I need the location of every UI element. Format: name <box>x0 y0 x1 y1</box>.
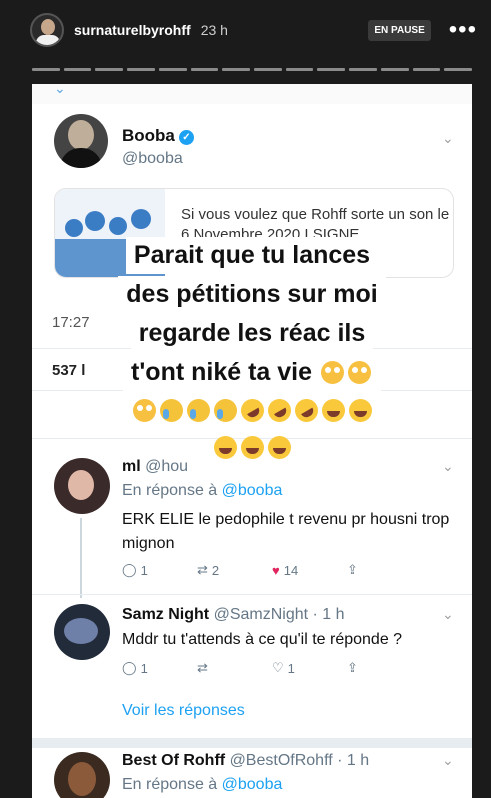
progress-segment <box>380 68 409 71</box>
reply-button[interactable]: ◯ 1 <box>122 562 197 578</box>
emoji-row <box>32 392 472 429</box>
heart-icon: ♥ <box>272 562 280 578</box>
more-dots-icon[interactable]: ••• <box>449 18 477 42</box>
crying-emoji-icon <box>159 399 183 422</box>
laughing-tears-emoji-icon <box>240 436 264 459</box>
overlay-line-4: t'ont niké ta vie <box>123 354 381 391</box>
reply-avatar-ml[interactable] <box>54 458 110 514</box>
share-icon: ⇪ <box>347 562 358 577</box>
progress-segment <box>254 68 282 71</box>
reply-actions: ◯ 1 ⇄ ♡ 1 ⇪ <box>122 660 422 676</box>
emoji-row <box>32 429 472 466</box>
progress-segment <box>285 68 314 71</box>
crying-emoji-icon <box>186 399 210 422</box>
chevron-icon: ⌄ <box>54 84 66 96</box>
in-reply-to: En réponse à @booba <box>122 776 283 793</box>
divider <box>32 594 472 595</box>
progress-segment <box>317 68 346 71</box>
progress-segment <box>349 68 377 71</box>
flushed-emoji-icon <box>132 399 156 422</box>
rofl-emoji-icon <box>263 394 295 427</box>
retweet-icon: ⇄ <box>197 660 208 675</box>
story-viewer: surnaturelbyrohff 23 h EN PAUSE ••• ⌄ Bo… <box>0 0 491 798</box>
laughing-tears-emoji-icon <box>267 436 291 459</box>
pause-badge[interactable]: EN PAUSE <box>368 19 431 41</box>
laughing-tears-emoji-icon <box>321 399 345 422</box>
tweet-author-name[interactable]: Booba ✓ <box>122 126 194 146</box>
flushed-emoji-icon <box>347 361 371 384</box>
progress-segment <box>412 68 441 71</box>
retweet-button[interactable]: ⇄ <box>197 660 272 676</box>
progress-segment <box>158 68 187 71</box>
reply-icon: ◯ <box>122 562 137 577</box>
avatar[interactable] <box>30 13 64 47</box>
story-text-overlay: Parait que tu lances des pétitions sur m… <box>32 236 472 466</box>
reply-actions: ◯ 1 ⇄ 2 ♥ 14 ⇪ <box>122 562 422 578</box>
chevron-down-icon[interactable]: ⌄ <box>442 606 454 623</box>
reply-button[interactable]: ◯ 1 <box>122 660 197 676</box>
reply-author[interactable]: Best Of Rohff @BestOfRohff · 1 h <box>122 752 369 770</box>
progress-segment <box>444 68 473 71</box>
reply-text: ERK ELIE le pedophile t revenu pr housni… <box>122 511 450 552</box>
reply-avatar-samz[interactable] <box>54 604 110 660</box>
progress-segment <box>63 68 92 71</box>
share-icon: ⇪ <box>347 660 358 675</box>
story-time: 23 h <box>200 22 228 38</box>
share-button[interactable]: ⇪ <box>347 562 422 578</box>
laughing-tears-emoji-icon <box>348 399 372 422</box>
progress-segment <box>95 68 124 71</box>
flushed-emoji-icon <box>320 361 344 384</box>
reply-avatar-bestofrohff[interactable] <box>54 752 110 798</box>
share-button[interactable]: ⇪ <box>347 660 422 676</box>
crying-emoji-icon <box>213 399 237 422</box>
reply-icon: ◯ <box>122 660 137 675</box>
rofl-emoji-icon <box>290 394 322 427</box>
retweet-button[interactable]: ⇄ 2 <box>197 562 272 578</box>
reply-author[interactable]: Samz Night @SamzNight · 1 h <box>122 606 345 624</box>
verified-icon: ✓ <box>178 130 194 145</box>
rofl-emoji-icon <box>236 394 268 427</box>
reply-text: Mddr tu t'attends à ce qu'il te réponde … <box>122 631 403 648</box>
progress-segment <box>127 68 155 71</box>
booba-avatar[interactable] <box>54 114 108 168</box>
section-divider <box>32 738 472 748</box>
like-button[interactable]: ♡ 1 <box>272 660 347 676</box>
progress-segment <box>190 68 219 71</box>
story-progress-bar <box>32 68 473 71</box>
see-replies-link[interactable]: Voir les réponses <box>122 702 245 720</box>
retweet-icon: ⇄ <box>197 562 208 577</box>
overlay-line: des pétitions sur moi <box>118 276 386 313</box>
progress-segment <box>32 68 60 71</box>
progress-segment <box>222 68 251 71</box>
tweet-author-handle[interactable]: @booba <box>122 150 183 168</box>
chevron-down-icon[interactable]: ⌄ <box>442 752 454 769</box>
like-button[interactable]: ♥ 14 <box>272 563 347 578</box>
story-header: surnaturelbyrohff 23 h EN PAUSE ••• <box>0 0 491 60</box>
in-reply-to: En réponse à @booba <box>122 482 283 499</box>
heart-outline-icon: ♡ <box>272 660 284 675</box>
chevron-down-icon[interactable]: ⌄ <box>442 130 454 147</box>
story-username[interactable]: surnaturelbyrohff <box>74 22 191 38</box>
thread-line <box>80 518 82 598</box>
overlay-line: regarde les réac ils <box>130 315 374 352</box>
tweet-top-strip: ⌄ <box>32 84 472 104</box>
laughing-tears-emoji-icon <box>213 436 237 459</box>
overlay-line: Parait que tu lances <box>125 237 379 274</box>
